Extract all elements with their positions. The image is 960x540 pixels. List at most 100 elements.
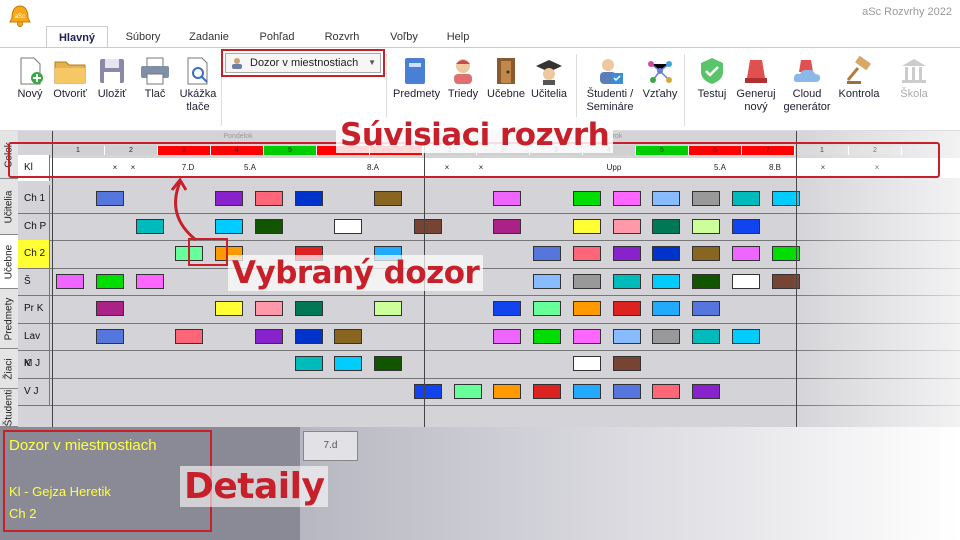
lesson-card[interactable] — [493, 191, 522, 206]
lesson-card[interactable] — [413, 218, 442, 234]
sidetab-ucebne[interactable]: Učebne — [0, 235, 18, 289]
teachers-button[interactable]: Učitelia — [527, 56, 571, 101]
row-label[interactable]: Pr K — [18, 295, 50, 323]
lesson-card[interactable] — [56, 273, 84, 289]
sidetab-predmety[interactable]: Predmety — [0, 289, 18, 349]
open-button[interactable]: Otvoriť — [48, 56, 92, 101]
tab-zadanie[interactable]: Zadanie — [176, 26, 242, 48]
lesson-card[interactable] — [533, 328, 561, 344]
lesson-card[interactable] — [731, 218, 760, 234]
print-button[interactable]: Tlač — [133, 56, 177, 101]
lesson-card[interactable] — [652, 383, 681, 399]
lesson-card[interactable] — [692, 301, 720, 316]
row-label[interactable]: Ch 1 — [18, 185, 50, 213]
lesson-card[interactable] — [572, 273, 601, 289]
students-button[interactable]: Študenti / Semináre — [584, 56, 636, 114]
lesson-card[interactable] — [175, 328, 204, 344]
lesson-card[interactable] — [572, 191, 601, 206]
lesson-card[interactable] — [254, 328, 283, 344]
lesson-card[interactable] — [612, 218, 641, 234]
lesson-card[interactable] — [652, 218, 681, 234]
lesson-card[interactable] — [572, 218, 601, 234]
lesson-card[interactable] — [652, 328, 681, 344]
lesson-card[interactable] — [533, 383, 561, 399]
lesson-card[interactable] — [95, 191, 124, 206]
lesson-card[interactable] — [612, 191, 641, 206]
lesson-card[interactable] — [254, 301, 283, 316]
lesson-card[interactable] — [731, 191, 760, 206]
lesson-card[interactable] — [493, 218, 522, 234]
cloud-generator-button[interactable]: Cloud generátor — [782, 56, 832, 114]
lesson-card[interactable] — [493, 383, 522, 399]
lesson-card[interactable] — [294, 191, 323, 206]
lesson-card[interactable] — [572, 356, 601, 371]
lesson-card[interactable] — [374, 356, 402, 371]
lesson-card[interactable] — [692, 218, 720, 234]
tab-hlavny[interactable]: Hlavný — [46, 26, 108, 48]
lesson-card[interactable] — [334, 218, 363, 234]
lesson-card[interactable] — [334, 328, 363, 344]
lesson-card[interactable] — [692, 273, 720, 289]
tab-volby[interactable]: Voľby — [374, 26, 434, 48]
lesson-card[interactable] — [533, 246, 561, 261]
rooms-button[interactable]: Učebne — [484, 56, 528, 101]
lesson-card[interactable] — [612, 246, 641, 261]
tab-help[interactable]: Help — [434, 26, 482, 48]
sidetab-ucitelia[interactable]: Učitelia — [0, 179, 18, 235]
lesson-card[interactable] — [572, 246, 601, 261]
lesson-card[interactable] — [95, 301, 124, 316]
lesson-card[interactable] — [95, 328, 124, 344]
sidetab-studenti[interactable]: Študenti — [0, 389, 18, 427]
row-label[interactable]: Ch P — [18, 212, 50, 240]
lesson-card[interactable] — [572, 328, 601, 344]
lesson-card[interactable] — [254, 218, 283, 234]
lesson-card[interactable] — [572, 383, 601, 399]
lesson-card[interactable] — [294, 328, 323, 344]
tab-rozvrh[interactable]: Rozvrh — [310, 26, 374, 48]
lesson-card[interactable] — [374, 301, 402, 316]
lesson-card[interactable] — [612, 273, 641, 289]
classes-button[interactable]: Triedy — [441, 56, 485, 101]
lesson-card[interactable] — [731, 328, 760, 344]
tab-pohlad[interactable]: Pohľad — [246, 26, 308, 48]
lesson-card[interactable] — [652, 246, 681, 261]
row-label[interactable]: Ch 2 — [18, 240, 50, 268]
tab-subory[interactable]: Súbory — [112, 26, 174, 48]
lesson-card[interactable] — [612, 301, 641, 316]
lesson-card[interactable] — [692, 246, 720, 261]
lesson-card[interactable] — [612, 356, 641, 371]
lesson-card[interactable] — [493, 301, 522, 316]
lesson-card[interactable] — [374, 191, 402, 206]
lesson-card[interactable] — [413, 383, 442, 399]
subjects-button[interactable]: Predmety — [393, 56, 440, 101]
lesson-card[interactable] — [254, 191, 283, 206]
lesson-card[interactable] — [652, 301, 681, 316]
save-button[interactable]: Uložiť — [90, 56, 134, 101]
app-logo-icon[interactable]: aSc — [8, 4, 32, 28]
relations-button[interactable]: Vzťahy — [638, 56, 682, 101]
lesson-card[interactable] — [453, 383, 482, 399]
lesson-card[interactable] — [692, 328, 720, 344]
lesson-card[interactable] — [294, 356, 323, 371]
control-button[interactable]: Kontrola — [836, 56, 882, 101]
lesson-card[interactable] — [572, 301, 601, 316]
row-label[interactable]: Lav K — [18, 322, 50, 369]
new-button[interactable]: Nový — [8, 56, 52, 101]
row-label[interactable]: Š — [18, 267, 50, 295]
lesson-card[interactable] — [692, 383, 720, 399]
lesson-card[interactable] — [493, 328, 522, 344]
lesson-card[interactable] — [95, 273, 124, 289]
lesson-card[interactable] — [294, 301, 323, 316]
school-button[interactable]: Škola — [892, 56, 936, 101]
generate-button[interactable]: Generuj nový — [734, 56, 778, 114]
row-label[interactable]: M J — [18, 350, 50, 378]
lesson-card[interactable] — [692, 191, 720, 206]
lesson-card[interactable] — [652, 191, 681, 206]
print-preview-button[interactable]: Ukážka tlače — [176, 56, 220, 114]
row-label[interactable]: V J — [18, 377, 50, 405]
lesson-card[interactable] — [135, 273, 164, 289]
sidetab-ziaci[interactable]: Žiaci — [0, 349, 18, 389]
lesson-card[interactable] — [731, 273, 760, 289]
test-button[interactable]: Testuj — [690, 56, 734, 101]
lesson-card[interactable] — [533, 301, 561, 316]
